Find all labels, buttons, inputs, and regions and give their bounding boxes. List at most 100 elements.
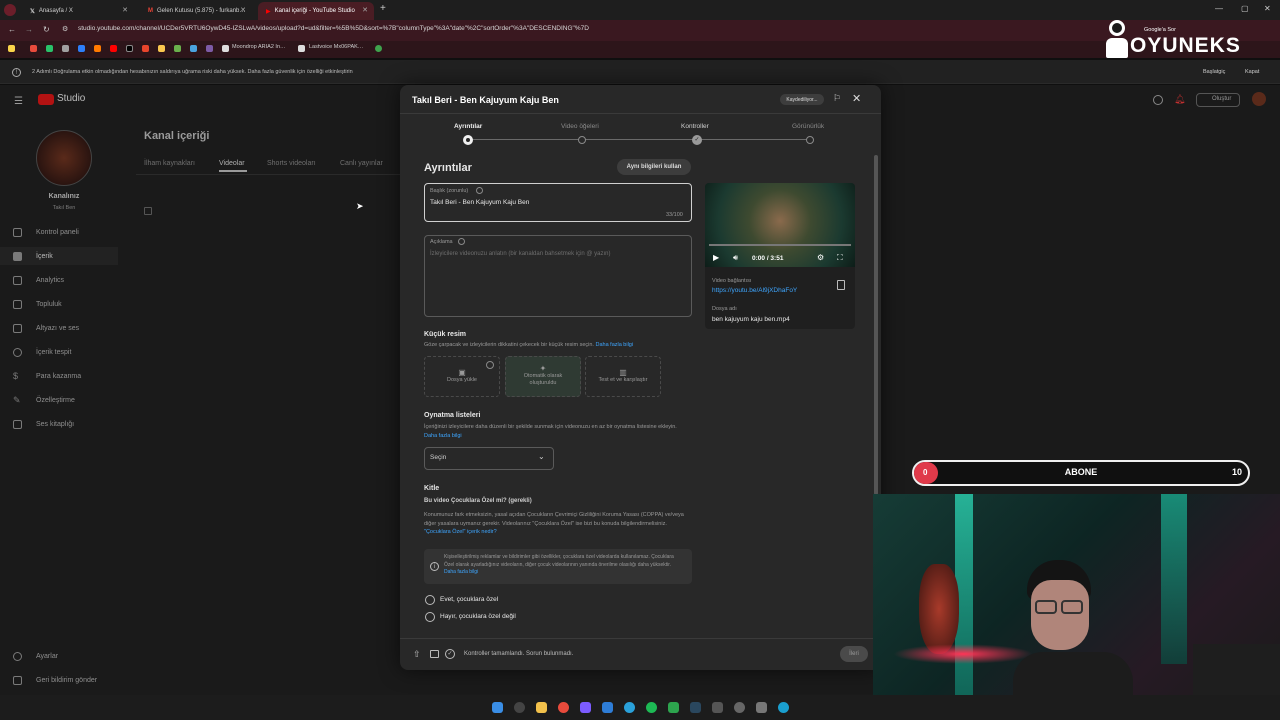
step-video-elements-dot[interactable] <box>578 136 586 144</box>
start-icon[interactable] <box>492 702 503 713</box>
test-compare-tile[interactable]: ▥ Test et ve karşılaştır <box>585 356 661 397</box>
made-for-kids-no-radio[interactable] <box>425 612 435 622</box>
tab-live[interactable]: Canlı yayınlar <box>340 160 383 167</box>
site-info-icon[interactable]: ⚙ <box>62 25 68 33</box>
bookmark-icon[interactable] <box>174 45 181 52</box>
channel-avatar[interactable] <box>36 130 92 186</box>
select-all-checkbox[interactable] <box>144 207 152 215</box>
close-icon[interactable]: ✕ <box>122 6 128 14</box>
video-link[interactable]: https://youtu.be/Al9jXDhaFoY <box>712 287 797 294</box>
dismiss-button[interactable]: Kapat <box>1245 69 1259 75</box>
bookmark-icon[interactable] <box>190 45 197 52</box>
step-checks-done-icon[interactable]: ✓ <box>692 135 702 145</box>
checks-done-icon[interactable]: ✓ <box>445 649 455 659</box>
upload-icon[interactable]: ⇧ <box>413 649 421 660</box>
xbox-icon[interactable] <box>668 702 679 713</box>
bookmark-icon[interactable] <box>110 45 117 52</box>
menu-icon[interactable]: ☰ <box>14 96 23 107</box>
step-visibility-label[interactable]: Görünürlük <box>792 123 824 130</box>
start-button[interactable]: Başlatgiç <box>1203 69 1225 75</box>
discord-icon[interactable] <box>580 702 591 713</box>
bookmark-icon[interactable] <box>94 45 101 52</box>
step-details-dot[interactable] <box>463 135 473 145</box>
tab-gmail[interactable]: M Gelen Kutusu (5.875) - furkanb… ✕ <box>140 2 252 20</box>
steam-icon[interactable] <box>690 702 701 713</box>
nav-content[interactable]: İçerik <box>36 253 53 260</box>
close-icon[interactable]: ✕ <box>240 6 246 14</box>
account-avatar[interactable] <box>1252 92 1266 106</box>
made-for-kids-yes-radio[interactable] <box>425 595 435 605</box>
title-field-value[interactable]: Takıl Beri - Ben Kajuyum Kaju Ben <box>430 199 529 206</box>
bookmark-icon[interactable] <box>30 45 37 52</box>
nav-subtitles[interactable]: Altyazı ve ses <box>36 325 79 332</box>
close-icon[interactable]: ✕ <box>362 6 368 14</box>
telegram-icon[interactable] <box>624 702 635 713</box>
help-icon[interactable] <box>476 187 483 194</box>
step-visibility-dot[interactable] <box>806 136 814 144</box>
gear-icon[interactable]: ⚙ <box>817 253 824 262</box>
apps-icon[interactable] <box>8 45 15 52</box>
playlists-learn-more-link[interactable]: Daha fazla bilgi <box>424 433 462 439</box>
nav-copyright[interactable]: İçerik tespit <box>36 349 71 356</box>
close-icon[interactable]: ✕ <box>852 92 861 105</box>
folder-icon[interactable] <box>158 45 165 52</box>
tab-inspiration[interactable]: İlham kaynakları <box>144 160 195 167</box>
nav-audio-library[interactable]: Ses kitaplığı <box>36 421 74 428</box>
nav-feedback[interactable]: Geri bildirim gönder <box>36 677 97 684</box>
edge-icon[interactable] <box>778 702 789 713</box>
maximize-button[interactable]: ▢ <box>1241 4 1249 13</box>
next-button[interactable]: İleri <box>840 646 868 662</box>
play-icon[interactable]: ▶ <box>713 253 719 262</box>
nav-customization[interactable]: Özelleştirme <box>36 397 75 404</box>
bookmark-lastvoice[interactable]: Lastvoice Mx06PAK… <box>309 44 363 50</box>
tab-x[interactable]: 𝕏 Anasayfa / X ✕ <box>22 2 134 20</box>
help-icon[interactable] <box>486 361 494 369</box>
app-icon[interactable] <box>756 702 767 713</box>
reuse-details-button[interactable]: Aynı bilgileri kullan <box>617 159 691 175</box>
tab-youtube-studio[interactable]: ▶ Kanal içeriği - YouTube Studio ✕ <box>258 2 374 20</box>
bookmark-icon[interactable] <box>298 45 305 52</box>
youtube-logo-icon[interactable] <box>38 94 54 105</box>
nav-analytics[interactable]: Analytics <box>36 277 64 284</box>
new-tab-button[interactable]: + <box>380 3 386 14</box>
bookmark-icon[interactable] <box>78 45 85 52</box>
minimize-button[interactable]: — <box>1215 4 1223 13</box>
description-placeholder[interactable]: İzleyicilere videonuzu anlatın (bir kana… <box>430 251 611 257</box>
hd-icon[interactable] <box>430 650 439 658</box>
help-icon[interactable] <box>1153 95 1163 105</box>
bookmark-icon[interactable] <box>142 45 149 52</box>
obs-icon[interactable] <box>734 702 745 713</box>
search-icon[interactable] <box>514 702 525 713</box>
dialog-scrollbar[interactable] <box>874 155 878 495</box>
made-for-kids-no-label[interactable]: Hayır, çocuklara özel değil <box>440 613 516 620</box>
app-icon[interactable] <box>712 702 723 713</box>
volume-icon[interactable]: 🔊︎ <box>733 253 738 263</box>
vscode-icon[interactable] <box>602 702 613 713</box>
step-details-label[interactable]: Ayrıntılar <box>454 123 482 130</box>
forward-icon[interactable]: → <box>25 25 33 34</box>
close-window-button[interactable]: ✕ <box>1264 4 1271 13</box>
back-icon[interactable]: ← <box>8 25 16 34</box>
bookmark-icon[interactable] <box>62 45 69 52</box>
bookmark-icon[interactable] <box>46 45 53 52</box>
help-icon[interactable] <box>458 238 465 245</box>
reload-icon[interactable]: ↻ <box>43 25 50 34</box>
url-field[interactable]: studio.youtube.com/channel/UCDer5VRTU6Oy… <box>78 25 589 37</box>
studio-logo[interactable]: Studio <box>57 93 85 104</box>
nav-dashboard[interactable]: Kontrol paneli <box>36 229 79 236</box>
tab-shorts[interactable]: Shorts videoları <box>267 160 316 167</box>
nav-settings[interactable]: Ayarlar <box>36 653 58 660</box>
bookmark-icon[interactable] <box>126 45 133 52</box>
step-checks-label[interactable]: Kontroller <box>681 123 709 130</box>
bookmark-icon[interactable] <box>375 45 382 52</box>
bookmark-icon[interactable] <box>206 45 213 52</box>
bookmark-moondrop[interactable]: Moondrop ARIA2 In… <box>232 44 286 50</box>
tab-videos[interactable]: Videolar <box>219 160 245 167</box>
info-learn-more-link[interactable]: Daha fazla bilgi <box>444 569 478 575</box>
tab-search-button[interactable] <box>4 4 16 16</box>
auto-thumbnail-tile[interactable]: ✦ Otomatik olarak oluşturuldu <box>505 356 581 397</box>
fullscreen-icon[interactable]: ⛶ <box>837 253 843 263</box>
nav-community[interactable]: Topluluk <box>36 301 62 308</box>
bookmark-icon[interactable] <box>222 45 229 52</box>
feedback-flag-icon[interactable]: ⚐ <box>833 93 841 104</box>
